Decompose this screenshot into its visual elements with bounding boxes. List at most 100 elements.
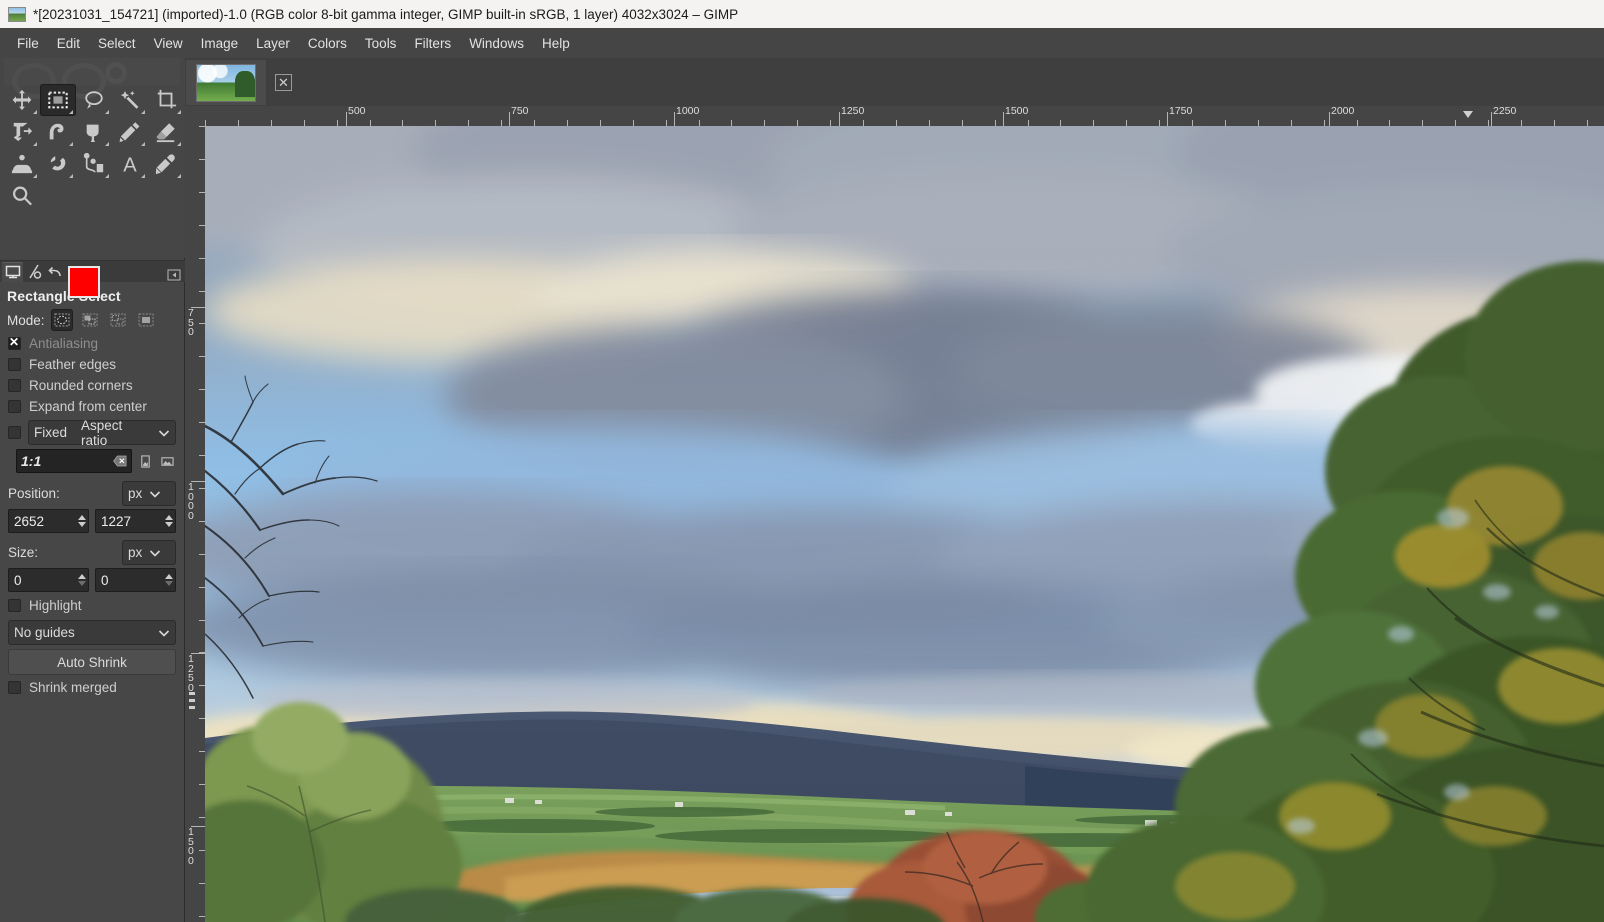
size-width-value: 0 [14,573,22,588]
size-height-input[interactable]: 0 [95,568,176,592]
mode-intersect-button[interactable] [135,309,157,331]
ruler-label: 750 [188,309,197,338]
image-tab-thumbnail [196,64,256,102]
shrink-merged-checkbox[interactable] [8,681,21,694]
color-picker-tool[interactable] [148,148,184,180]
fixed-constraint-row: Fixed Aspect ratio [4,417,180,448]
menu-help[interactable]: Help [533,32,579,55]
warp-transform-tool[interactable] [40,116,76,148]
dock-tab-tool-options[interactable] [2,262,23,282]
close-icon[interactable]: ✕ [275,74,292,91]
zoom-tool[interactable] [4,180,40,212]
highlight-checkbox[interactable] [8,599,21,612]
position-y-stepper[interactable] [161,509,176,533]
tool-options-panel: Rectangle Select Mode: Antialiasing [0,282,184,922]
portrait-icon [139,455,152,468]
aspect-ratio-input[interactable]: 1:1 [16,449,132,473]
menu-select[interactable]: Select [89,32,145,55]
size-height-stepper[interactable] [161,568,176,592]
landscape-orientation-button[interactable] [159,452,176,471]
checkbox-shrink-merged[interactable]: Shrink merged [4,677,180,698]
mode-replace-button[interactable] [51,309,73,331]
position-unit-combo[interactable]: px [122,481,176,506]
fixed-constraint-combo[interactable]: Fixed Aspect ratio [28,420,176,445]
dock-menu-button[interactable] [167,268,181,282]
rounded-corners-checkbox[interactable] [8,379,21,392]
checkbox-feather-edges[interactable]: Feather edges [4,354,180,375]
free-select-tool[interactable] [76,84,112,116]
clone-tool[interactable] [4,148,40,180]
rectangle-select-tool[interactable] [40,84,76,116]
ruler-label: 2250 [1493,106,1516,117]
smudge-tool[interactable] [40,148,76,180]
guides-combo[interactable]: No guides [8,620,176,645]
ruler-position-marker [189,692,195,695]
auto-shrink-button[interactable]: Auto Shrink [8,649,176,675]
size-width-stepper[interactable] [74,568,89,592]
fuzzy-select-tool[interactable] [112,84,148,116]
text-tool[interactable]: A [112,148,148,180]
crop-tool[interactable] [148,84,184,116]
vertical-ruler[interactable]: 750100012501500 [185,126,205,922]
paths-tool[interactable] [76,148,112,180]
move-tool[interactable] [4,84,40,116]
menu-file[interactable]: File [8,32,48,55]
undo-icon [47,264,63,280]
shrink-merged-label: Shrink merged [29,680,117,695]
image-canvas[interactable] [205,126,1604,922]
mode-row: Mode: [4,307,180,333]
eraser-tool[interactable] [148,116,184,148]
image-tab[interactable] [186,60,266,105]
expand-from-center-checkbox[interactable] [8,400,21,413]
dock-menu-icon [167,268,181,282]
chevron-down-icon [158,427,170,439]
ruler-major-tick [839,112,840,126]
unified-transform-tool[interactable] [4,116,40,148]
fixed-checkbox[interactable] [8,426,21,439]
position-unit-value: px [128,486,142,501]
position-x-input[interactable]: 2652 [8,509,89,533]
checkbox-antialiasing[interactable]: Antialiasing [4,333,180,354]
position-y-input[interactable]: 1227 [95,509,176,533]
clear-icon[interactable] [113,455,127,467]
antialiasing-checkbox[interactable] [8,337,21,350]
landscape-icon [161,455,174,468]
canvas-area: ✕ 500750100012501500175020002250 7501000… [185,58,1604,922]
position-x-stepper[interactable] [74,509,89,533]
window-title: *[20231031_154721] (imported)-1.0 (RGB c… [33,7,738,22]
dock-tab-undo-history[interactable] [44,262,65,282]
mode-add-button[interactable] [79,309,101,331]
size-height-value: 0 [101,573,109,588]
feather-edges-checkbox[interactable] [8,358,21,371]
portrait-orientation-button[interactable] [137,452,154,471]
ruler-position-marker [189,706,195,709]
size-unit-combo[interactable]: px [122,540,176,565]
ruler-major-tick [1329,112,1330,126]
horizontal-ruler[interactable]: 500750100012501500175020002250 [185,106,1604,126]
ruler-label: 1500 [188,828,197,866]
highlight-label: Highlight [29,598,82,613]
checkbox-expand-from-center[interactable]: Expand from center [4,396,180,417]
size-width-input[interactable]: 0 [8,568,89,592]
foreground-color-swatch[interactable] [68,266,100,298]
bucket-fill-tool[interactable] [76,116,112,148]
size-label-row: Size: px [4,536,180,567]
menu-colors[interactable]: Colors [299,32,356,55]
toolbox-ghost-decoration [4,58,180,86]
menu-layer[interactable]: Layer [247,32,299,55]
menu-windows[interactable]: Windows [460,32,533,55]
mode-label: Mode: [7,313,45,328]
menu-filters[interactable]: Filters [405,32,460,55]
menu-view[interactable]: View [145,32,192,55]
checkbox-rounded-corners[interactable]: Rounded corners [4,375,180,396]
pencil-tool[interactable] [112,116,148,148]
menu-tools[interactable]: Tools [356,32,406,55]
guides-value: No guides [14,625,75,640]
dock-tab-device-status[interactable] [23,262,44,282]
feather-edges-label: Feather edges [29,357,116,372]
menu-image[interactable]: Image [192,32,248,55]
menu-edit[interactable]: Edit [48,32,89,55]
mode-subtract-button[interactable] [107,309,129,331]
checkbox-highlight[interactable]: Highlight [4,595,180,616]
chevron-down-icon [149,547,161,559]
